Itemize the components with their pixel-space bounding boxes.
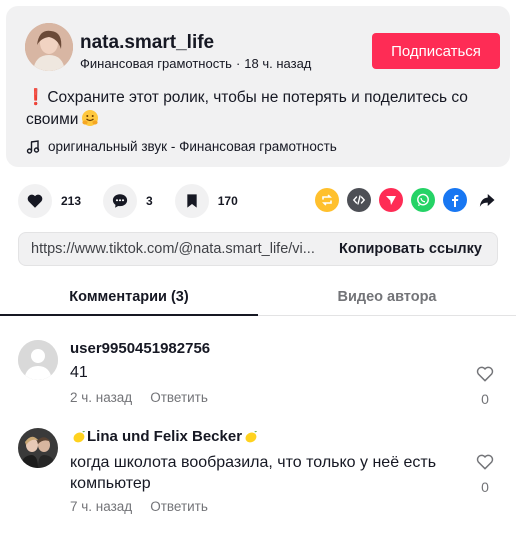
repost-icon[interactable] — [315, 188, 339, 212]
heart-icon — [27, 194, 43, 208]
save-action: 170 — [174, 184, 238, 218]
save-button[interactable] — [174, 184, 209, 218]
comment-icon — [112, 194, 128, 208]
share-bar — [315, 188, 499, 212]
author-subline: Финансовая грамотность · 18 ч. назад — [80, 56, 311, 71]
facebook-icon[interactable] — [443, 188, 467, 212]
comment-item: Lina und Felix Becker когда школота вооб… — [18, 428, 498, 518]
comment-count: 3 — [146, 194, 153, 208]
post-info-card: nata.smart_life Финансовая грамотность · 1… — [6, 6, 510, 167]
author-avatar[interactable] — [25, 23, 73, 71]
tab-comments[interactable]: Комментарии (3) — [0, 280, 258, 316]
comment-button[interactable] — [103, 184, 138, 218]
comments-tabs: Комментарии (3) Видео автора — [0, 280, 516, 316]
heart-outline-icon[interactable] — [475, 452, 495, 472]
heart-outline-icon[interactable] — [475, 364, 495, 384]
video-url[interactable]: https://www.tiktok.com/@nata.smart_life/… — [19, 241, 329, 257]
comment-time: 2 ч. назад — [70, 390, 133, 405]
embed-icon[interactable] — [347, 188, 371, 212]
like-action: 213 — [18, 184, 81, 218]
author-display-name[interactable]: Финансовая грамотность — [80, 56, 232, 71]
like-count: 213 — [61, 194, 82, 208]
copy-link-box: https://www.tiktok.com/@nata.smart_life/… — [18, 232, 498, 266]
whatsapp-icon[interactable] — [411, 188, 435, 212]
send-icon[interactable] — [379, 188, 403, 212]
commenter-username[interactable]: Lina und Felix Becker — [70, 428, 259, 445]
author-username[interactable]: nata.smart_life — [80, 32, 214, 54]
post-description: ❗ Сохраните этот ролик, чтобы не потерять… — [26, 87, 496, 131]
comment-text: 41 — [70, 364, 88, 381]
commenter-name-text: Lina und Felix Becker — [87, 428, 243, 445]
comment-like-count: 0 — [481, 479, 489, 495]
follow-button[interactable]: Подписаться — [372, 33, 500, 69]
comment-like: 0 — [474, 452, 496, 495]
action-bar: 213 3 170 — [18, 183, 260, 219]
commenter-username[interactable]: user9950451982756 — [70, 340, 210, 357]
tab-author-videos[interactable]: Видео автора — [258, 280, 516, 316]
save-count: 170 — [217, 194, 238, 208]
music-info[interactable]: оригинальный звук - Финансовая грамотнос… — [26, 139, 337, 154]
share-arrow-icon[interactable] — [475, 188, 499, 212]
comment-text: когда школота вообразила, что только у н… — [70, 454, 437, 492]
bookmark-icon — [187, 194, 197, 208]
comment-meta: 7 ч. назад Ответить — [70, 499, 208, 514]
commenter-avatar[interactable] — [18, 428, 58, 468]
lemon-emoji-icon — [73, 430, 86, 443]
commenter-avatar[interactable] — [18, 340, 58, 380]
exclamation-emoji: ❗ — [26, 89, 46, 106]
separator-dot: · — [235, 56, 241, 71]
post-time: 18 ч. назад — [244, 56, 312, 71]
copy-link-button[interactable]: Копировать ссылку — [339, 241, 482, 257]
hugging-face-emoji-icon — [81, 109, 99, 127]
lemon-emoji-icon — [245, 430, 258, 443]
comment-item: user9950451982756 41 2 ч. назад Ответить … — [18, 340, 498, 410]
comment-meta: 2 ч. назад Ответить — [70, 390, 208, 405]
like-button[interactable] — [18, 184, 52, 218]
comment-like-count: 0 — [481, 391, 489, 407]
music-note-icon — [26, 139, 40, 154]
reply-button[interactable]: Ответить — [150, 390, 208, 405]
comment-like: 0 — [474, 364, 496, 407]
comment-time: 7 ч. назад — [70, 499, 133, 514]
reply-button[interactable]: Ответить — [150, 499, 208, 514]
music-title: оригинальный звук - Финансовая грамотнос… — [48, 139, 337, 154]
comment-action: 3 — [103, 184, 153, 218]
